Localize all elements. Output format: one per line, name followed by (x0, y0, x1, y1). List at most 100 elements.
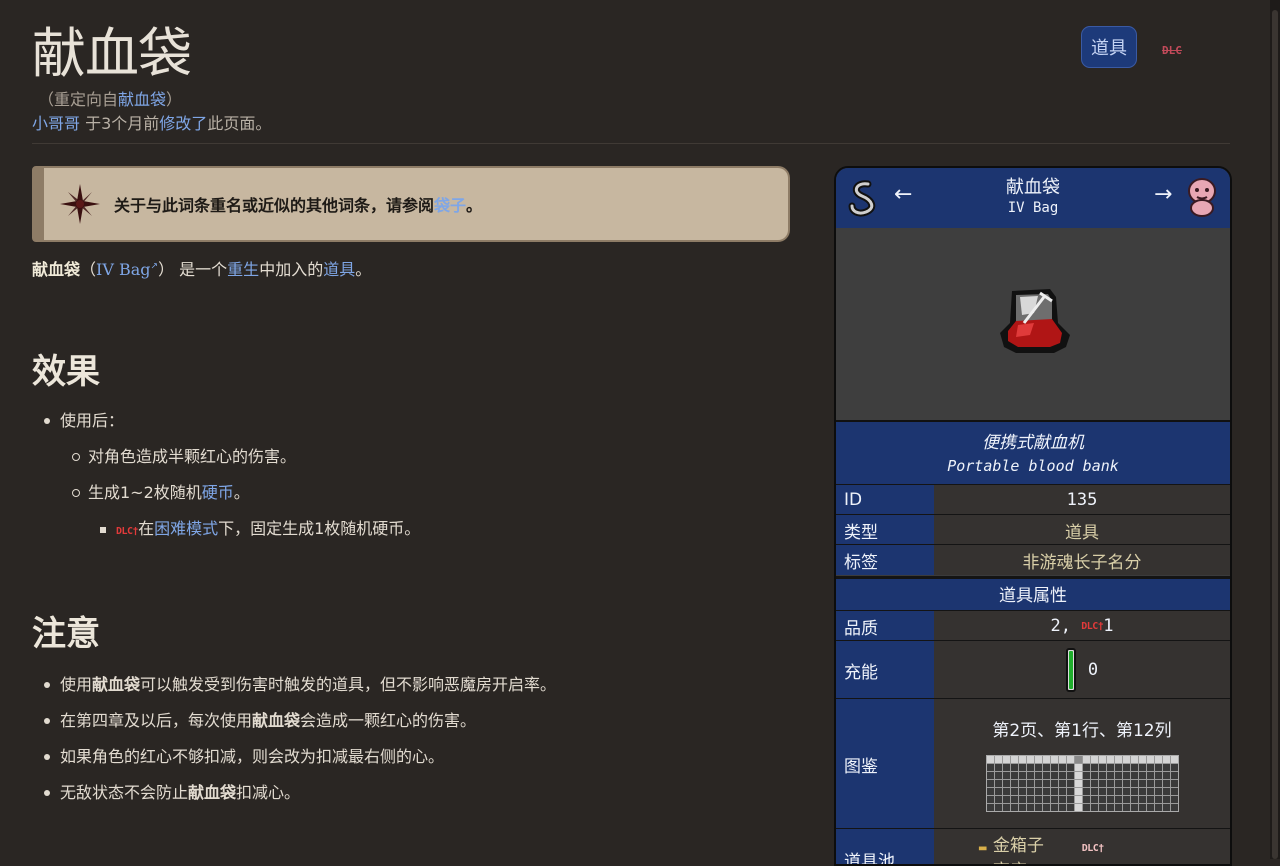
collection-cell (1122, 788, 1130, 795)
collection-cell (1122, 764, 1130, 771)
category-tag-button[interactable]: 道具 (1081, 26, 1137, 68)
collection-cell (1114, 764, 1122, 771)
collection-cell (1026, 756, 1034, 763)
collection-cell (1034, 780, 1042, 787)
collection-cell (1042, 796, 1050, 803)
collection-grid (985, 755, 1179, 812)
header-divider (32, 143, 1230, 144)
english-wiki-link[interactable]: IV Bag (96, 260, 151, 279)
collection-cell (1162, 764, 1170, 771)
collection-cell (986, 764, 994, 771)
collection-cell (1082, 804, 1090, 811)
collection-cell (1098, 772, 1106, 779)
collection-cell (1074, 764, 1082, 771)
collection-value: 第2页、第1行、第12列 (934, 699, 1230, 829)
collection-cell (1114, 756, 1122, 763)
id-label: ID (836, 485, 934, 515)
disambiguation-notice: 关于与此词条重名或近似的其他词条，请参阅袋子。 (32, 166, 790, 242)
collection-cell (1090, 780, 1098, 787)
hard-mode-link[interactable]: 困难模式 (154, 519, 218, 538)
collection-cell (1130, 796, 1138, 803)
collection-cell (1002, 796, 1010, 803)
collection-cell (1170, 772, 1178, 779)
editor-link[interactable]: 小哥哥 (32, 114, 80, 133)
collection-cell (1002, 804, 1010, 811)
collection-cell (1058, 804, 1066, 811)
collection-cell (1026, 788, 1034, 795)
collection-cell (1090, 804, 1098, 811)
collection-cell (1002, 764, 1010, 771)
collection-cell (1082, 788, 1090, 795)
collection-cell (1074, 788, 1082, 795)
collection-cell (1066, 796, 1074, 803)
collection-cell (986, 780, 994, 787)
collection-cell (1154, 756, 1162, 763)
collection-cell (1098, 804, 1106, 811)
collection-cell (1018, 788, 1026, 795)
collection-cell (1050, 780, 1058, 787)
dlc-icon: DLC† (116, 526, 139, 537)
effects-list: 使用后： 对角色造成半颗红心的伤害。 生成1~2枚随机硬币。 DLC†在困难模式… (44, 408, 794, 552)
collection-cell (1066, 756, 1074, 763)
scrollbar[interactable] (1270, 0, 1280, 859)
collection-cell (1138, 764, 1146, 771)
collection-cell (1042, 772, 1050, 779)
collection-cell (1098, 780, 1106, 787)
collection-cell (1034, 772, 1042, 779)
redirect-note: （重定向自献血袋） (38, 90, 183, 109)
collection-cell (1106, 756, 1114, 763)
collection-cell (1058, 788, 1066, 795)
effects-heading: 效果 (32, 352, 100, 392)
dlc-icon: DLC† (1081, 620, 1104, 632)
collection-cell (1138, 756, 1146, 763)
collection-cell (1066, 780, 1074, 787)
collection-cell (1130, 764, 1138, 771)
rebirth-link[interactable]: 重生 (227, 260, 259, 279)
collection-cell (1010, 796, 1018, 803)
quality-row: 品质 2, DLC† 1 (836, 610, 1230, 641)
collection-label: 图鉴 (836, 699, 934, 829)
collection-cell (1162, 804, 1170, 811)
collection-cell (1058, 780, 1066, 787)
collection-cell (994, 756, 1002, 763)
collection-cell (1010, 788, 1018, 795)
collection-cell (1114, 772, 1122, 779)
collection-cell (1170, 780, 1178, 787)
collection-cell (1106, 764, 1114, 771)
edit-diff-link[interactable]: 修改了 (159, 114, 207, 133)
collection-cell (1018, 780, 1026, 787)
collection-cell (1042, 756, 1050, 763)
collection-cell (1154, 772, 1162, 779)
collection-cell (1074, 780, 1082, 787)
collection-cell (1074, 756, 1082, 763)
redirect-link[interactable]: 献血袋 (118, 90, 166, 109)
collection-cell (1026, 780, 1034, 787)
next-arrow[interactable]: → (1154, 182, 1172, 207)
collection-cell (1090, 764, 1098, 771)
collection-cell (1050, 756, 1058, 763)
collection-cell (1170, 804, 1178, 811)
dlc-badge: DLC (1162, 44, 1182, 57)
collection-cell (1082, 796, 1090, 803)
scrollbar-thumb[interactable] (1272, 10, 1278, 859)
collection-cell (1026, 804, 1034, 811)
collection-cell (1170, 796, 1178, 803)
item-infobox: ← 献血袋 IV Bag → 便携式献血机 Portable blood ban… (834, 166, 1232, 866)
collection-cell (1042, 788, 1050, 795)
collection-cell (1090, 796, 1098, 803)
collection-cell (1162, 772, 1170, 779)
collection-cell (1130, 780, 1138, 787)
collection-cell (1098, 764, 1106, 771)
list-item: 无敌状态不会防止献血袋扣减心。 (44, 780, 794, 816)
notice-link[interactable]: 袋子 (434, 196, 466, 215)
pink-baby-icon[interactable] (1182, 176, 1222, 218)
collection-cell (1082, 772, 1090, 779)
collection-cell (1146, 756, 1154, 763)
collection-cell (1146, 772, 1154, 779)
collection-cell (986, 756, 994, 763)
collection-cell (1170, 756, 1178, 763)
notes-list: 使用献血袋可以触发受到伤害时触发的道具，但不影响恶魔房开启率。 在第四章及以后，… (44, 672, 794, 816)
coins-link[interactable]: 硬币 (202, 483, 234, 502)
notes-heading: 注意 (32, 614, 100, 654)
items-link[interactable]: 道具 (323, 260, 355, 279)
